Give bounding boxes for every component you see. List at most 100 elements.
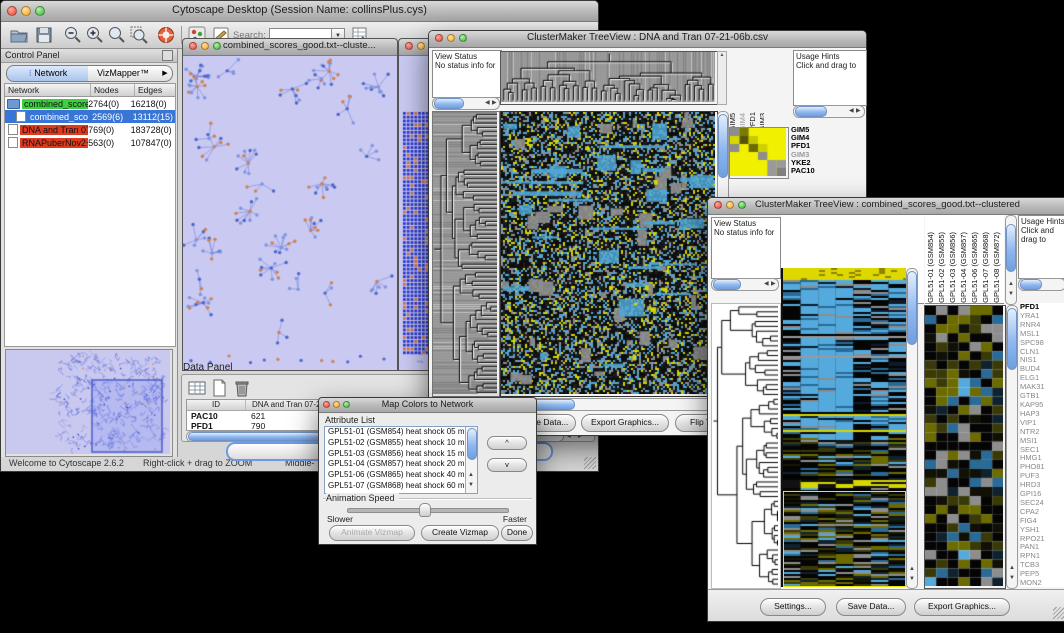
- open-file-icon[interactable]: [9, 25, 29, 45]
- network-table-header[interactable]: Network Nodes Edges: [5, 84, 175, 97]
- scroll-up-icon[interactable]: ▲: [1008, 280, 1014, 288]
- done-button[interactable]: Done: [501, 525, 533, 541]
- usage-hints-scrollbar[interactable]: [1018, 278, 1064, 291]
- usage-hints-scrollbar[interactable]: [793, 105, 865, 118]
- attribute-list-label: Attribute List: [325, 415, 375, 425]
- move-down-button[interactable]: v: [487, 458, 527, 472]
- resize-grip[interactable]: [584, 457, 596, 469]
- main-titlebar[interactable]: Cytoscape Desktop (Session Name: collins…: [1, 1, 598, 22]
- heatmap-vscrollbar[interactable]: ▲ ▼: [906, 268, 918, 589]
- attribute-listbox[interactable]: GPL51-01 (GSM854) heat shock 05 minGPL51…: [324, 426, 478, 494]
- treeview2-button-bar: Settings... Save Data... Export Graphics…: [708, 589, 1064, 621]
- heatmap-column-label: GPL51-02 (GSM855): [936, 232, 947, 303]
- move-up-button[interactable]: ^: [487, 436, 527, 450]
- scroll-right-icon[interactable]: ▶: [771, 280, 776, 288]
- settings-button[interactable]: Settings...: [760, 598, 826, 616]
- attribute-list-item[interactable]: GPL51-07 (GSM868) heat shock 60 min: [325, 481, 477, 492]
- network-list-row[interactable]: RNAPuberNov2+563(0)107847(0): [5, 136, 175, 149]
- zoom-fit-icon[interactable]: [107, 25, 127, 45]
- heatmap-zoom-view[interactable]: [924, 305, 1006, 589]
- network-edges-count: 13112(15): [133, 112, 175, 122]
- close-button[interactable]: [405, 42, 413, 50]
- close-button[interactable]: [189, 42, 197, 50]
- zoom-matrix-heatmap[interactable]: [729, 127, 789, 179]
- row-dendrogram[interactable]: [432, 111, 500, 397]
- zoom-selected-icon[interactable]: [129, 25, 149, 45]
- scroll-up-icon[interactable]: ▲: [909, 565, 915, 573]
- zoom-out-icon[interactable]: [63, 25, 83, 45]
- tab-vizmapper[interactable]: VizMapper™: [88, 65, 159, 82]
- attribute-list-item[interactable]: GPL51-06 (GSM865) heat shock 40 min: [325, 470, 477, 481]
- network-view-1-titlebar[interactable]: combined_scores_good.txt--cluste...: [183, 39, 397, 56]
- help-lifesaver-icon[interactable]: [156, 25, 176, 45]
- scroll-down-icon[interactable]: ▼: [1008, 290, 1014, 298]
- main-window-title: Cytoscape Desktop (Session Name: collins…: [1, 4, 598, 16]
- attribute-list-vscrollbar[interactable]: ▲ ▼: [465, 427, 477, 493]
- row-dendrogram[interactable]: [711, 303, 781, 589]
- network-view-1-canvas[interactable]: [183, 56, 395, 369]
- column-dendrogram[interactable]: [500, 51, 718, 105]
- scroll-right-icon[interactable]: ▶: [492, 99, 497, 107]
- map-colors-dialog: Map Colors to Network Attribute List GPL…: [318, 397, 537, 545]
- network-list-row[interactable]: combined_sco2569(6)13112(15): [5, 110, 175, 123]
- attribute-select-icon[interactable]: [188, 380, 206, 396]
- heatmap-main[interactable]: [781, 268, 906, 587]
- scroll-down-icon[interactable]: ▼: [468, 481, 474, 489]
- save-data-button[interactable]: Save Data...: [836, 598, 906, 616]
- usage-hints-panel: Usage Hints Click and drag to: [1018, 215, 1064, 279]
- heatmap-column-label: GPL51-01 (GSM854): [925, 232, 936, 303]
- scroll-left-icon[interactable]: ◀: [764, 280, 769, 288]
- scroll-up-icon[interactable]: ▲: [468, 471, 474, 479]
- animation-speed-slider-thumb[interactable]: [419, 503, 431, 517]
- folder-icon: [7, 99, 20, 109]
- scroll-left-icon[interactable]: ◀: [849, 107, 854, 115]
- scroll-right-icon[interactable]: ▶: [856, 107, 861, 115]
- scroll-up-icon[interactable]: ▲: [1009, 564, 1015, 572]
- network-overview-canvas[interactable]: [6, 350, 170, 454]
- minimize-button[interactable]: [201, 42, 209, 50]
- save-icon[interactable]: [34, 25, 54, 45]
- dendrogram-scroll-strip[interactable]: ▲: [717, 51, 727, 105]
- network-list-row[interactable]: combined_scores_2764(0)16218(0): [5, 97, 175, 110]
- tab-overflow-button[interactable]: ▶: [158, 65, 173, 82]
- usage-hints-title: Usage Hints: [796, 52, 864, 61]
- network-list-row[interactable]: DNA and Tran 07769(0)183728(0): [5, 123, 175, 136]
- animation-speed-label: Animation Speed: [326, 493, 399, 503]
- tab-network[interactable]: ⁝ Network: [6, 65, 90, 82]
- dialog-titlebar[interactable]: Map Colors to Network: [319, 398, 536, 413]
- heatmap-main[interactable]: [500, 111, 718, 397]
- network-overview-panel[interactable]: [5, 349, 173, 457]
- animate-vizmap-button[interactable]: Animate Vizmap: [329, 525, 415, 541]
- zoom-matrix-label: PAC10: [791, 167, 831, 175]
- usage-hints-panel: Usage Hints Click and drag to: [793, 50, 867, 106]
- resize-grip[interactable]: [1053, 607, 1064, 619]
- minimize-button[interactable]: [417, 42, 425, 50]
- zoom-in-icon[interactable]: [85, 25, 105, 45]
- new-attribute-icon[interactable]: [212, 379, 227, 397]
- attribute-table-id-header[interactable]: ID: [187, 400, 246, 410]
- scroll-down-icon[interactable]: ▼: [909, 575, 915, 583]
- attribute-list-item[interactable]: GPL51-04 (GSM857) heat shock 20 min: [325, 459, 477, 470]
- heatmap-column-label: GPL51-08 (GSM872): [991, 232, 1002, 303]
- attribute-list-item[interactable]: GPL51-03 (GSM856) heat shock 15 min: [325, 449, 477, 460]
- control-panel-title: Control Panel: [5, 50, 60, 60]
- export-graphics-button[interactable]: Export Graphics...: [581, 414, 669, 432]
- network-name: combined_scores_: [22, 99, 88, 109]
- treeview2-titlebar[interactable]: ClusterMaker TreeView : combined_scores_…: [708, 198, 1064, 215]
- gene-label[interactable]: MON2: [1020, 579, 1064, 587]
- attribute-list-item[interactable]: GPL51-01 (GSM854) heat shock 05 min: [325, 427, 477, 438]
- labels-vscrollbar[interactable]: ▲ ▼: [1005, 215, 1017, 305]
- create-vizmap-button[interactable]: Create Vizmap: [421, 525, 499, 541]
- zoom-vscrollbar[interactable]: ▲ ▼: [1006, 305, 1018, 589]
- treeview-window-combined: ClusterMaker TreeView : combined_scores_…: [707, 197, 1064, 622]
- scroll-left-icon[interactable]: ◀: [485, 99, 490, 107]
- float-panel-icon[interactable]: [162, 50, 173, 61]
- network-list: combined_scores_2764(0)16218(0)combined_…: [5, 97, 175, 149]
- delete-attribute-icon[interactable]: [234, 379, 250, 397]
- treeview1-titlebar[interactable]: ClusterMaker TreeView : DNA and Tran 07-…: [429, 31, 866, 48]
- desktop: Cytoscape Desktop (Session Name: collins…: [0, 0, 1064, 633]
- export-graphics-button[interactable]: Export Graphics...: [914, 598, 1010, 616]
- zoom-button[interactable]: [213, 42, 221, 50]
- attribute-list-item[interactable]: GPL51-02 (GSM855) heat shock 10 min: [325, 438, 477, 449]
- scroll-down-icon[interactable]: ▼: [1009, 574, 1015, 582]
